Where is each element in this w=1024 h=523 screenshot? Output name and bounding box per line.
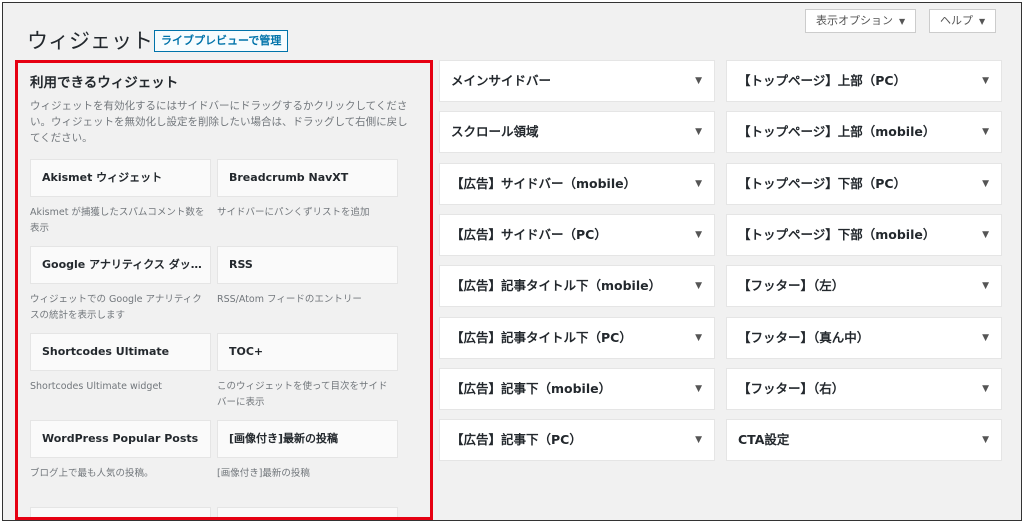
chevron-down-icon[interactable]: ▼ bbox=[695, 318, 702, 358]
help-button[interactable]: ヘルプ ▼ bbox=[929, 9, 997, 33]
sidebar-area[interactable]: 【トップページ】下部（mobile） ▼ bbox=[726, 213, 1002, 256]
chevron-down-icon[interactable]: ▼ bbox=[695, 266, 702, 306]
widget-item[interactable]: カスタムメニュー bbox=[217, 507, 398, 517]
widget-description: Akismet が捕獲したスパムコメント数を表示 bbox=[30, 207, 205, 234]
chevron-down-icon[interactable]: ▼ bbox=[695, 164, 702, 204]
sidebar-area[interactable]: 【広告】記事タイトル下（mobile） ▼ bbox=[439, 265, 715, 308]
widget-item[interactable]: Breadcrumb NavXT bbox=[217, 159, 398, 197]
chevron-down-icon[interactable]: ▼ bbox=[695, 369, 702, 409]
sidebar-area[interactable]: 【フッター】（左） ▼ bbox=[726, 265, 1002, 308]
sidebar-area[interactable]: スクロール領域 ▼ bbox=[439, 111, 715, 154]
sidebar-area[interactable]: 【広告】記事下（PC） ▼ bbox=[439, 419, 715, 462]
sidebar-area-label: 【広告】サイドバー（PC） bbox=[451, 226, 607, 242]
sidebar-area-label: 【広告】サイドバー（mobile） bbox=[451, 175, 637, 191]
screen-options-label: 表示オプション bbox=[816, 14, 893, 27]
sidebar-area[interactable]: 【フッター】（真ん中） ▼ bbox=[726, 316, 1002, 359]
chevron-down-icon[interactable]: ▼ bbox=[982, 112, 989, 152]
chevron-down-icon[interactable]: ▼ bbox=[982, 215, 989, 255]
widget-item[interactable]: TOC+ bbox=[217, 333, 398, 371]
widget-item[interactable]: Google アナリティクス ダッ… bbox=[30, 246, 211, 284]
widget-item[interactable]: WordPress Popular Posts bbox=[30, 420, 211, 458]
sidebar-area[interactable]: 【広告】サイドバー（mobile） ▼ bbox=[439, 162, 715, 205]
sidebar-area-label: 【広告】記事タイトル下（PC） bbox=[451, 329, 632, 345]
page-title: ウィジェット bbox=[27, 29, 153, 53]
widget-description: RSS/Atom フィードのエントリー bbox=[217, 294, 362, 305]
sidebar-area-label: 【トップページ】下部（mobile） bbox=[738, 226, 936, 242]
sidebar-area-label: 【広告】記事下（PC） bbox=[451, 432, 582, 448]
widget-description: Shortcodes Ultimate widget bbox=[30, 381, 163, 392]
chevron-down-icon[interactable]: ▼ bbox=[695, 61, 702, 101]
sidebar-area[interactable]: メインサイドバー ▼ bbox=[439, 60, 715, 102]
sidebar-area[interactable]: 【トップページ】下部（PC） ▼ bbox=[726, 162, 1002, 205]
help-label: ヘルプ bbox=[940, 14, 973, 27]
sidebar-area-label: 【広告】記事下（mobile） bbox=[451, 380, 612, 396]
chevron-down-icon[interactable]: ▼ bbox=[982, 420, 989, 460]
widgets-page: 表示オプション ▼ ヘルプ ▼ ウィジェット ライブプレビューで管理 利用できるウィ… bbox=[2, 2, 1022, 521]
sidebar-area[interactable]: 【トップページ】上部（PC） ▼ bbox=[726, 60, 1002, 102]
sidebar-area[interactable]: 【フッター】（右） ▼ bbox=[726, 367, 1002, 410]
sidebar-area[interactable]: 【トップページ】上部（mobile） ▼ bbox=[726, 111, 1002, 154]
widget-item[interactable]: Shortcodes Ultimate bbox=[30, 333, 211, 371]
widget-description: サイドバーにパンくずリストを追加 bbox=[217, 207, 370, 218]
chevron-down-icon[interactable]: ▼ bbox=[695, 112, 702, 152]
screen-options-button[interactable]: 表示オプション ▼ bbox=[805, 9, 917, 33]
widget-description: [画像付き]最新の投稿 bbox=[217, 468, 310, 479]
sidebar-area-label: スクロール領域 bbox=[451, 124, 539, 140]
sidebar-area-label: 【フッター】（真ん中） bbox=[738, 329, 870, 345]
chevron-down-icon[interactable]: ▼ bbox=[982, 369, 989, 409]
live-preview-button[interactable]: ライブプレビューで管理 bbox=[154, 30, 289, 52]
chevron-down-icon[interactable]: ▼ bbox=[982, 61, 989, 101]
chevron-down-icon[interactable]: ▼ bbox=[695, 215, 702, 255]
widget-description: ウィジェットでの Google アナリティクスの統計を表示します bbox=[30, 294, 202, 321]
available-widgets-description: ウィジェットを有効化するにはサイドバーにドラッグするかクリックしてください。ウィ… bbox=[30, 100, 408, 144]
sidebar-area[interactable]: 【広告】記事タイトル下（PC） ▼ bbox=[439, 316, 715, 359]
widget-item[interactable]: [画像付き]最新の投稿 bbox=[217, 420, 398, 458]
chevron-down-icon[interactable]: ▼ bbox=[982, 266, 989, 306]
sidebar-area-label: CTA設定 bbox=[738, 432, 790, 448]
sidebar-area-label: 【トップページ】上部（mobile） bbox=[738, 124, 936, 140]
widget-item[interactable]: RSS bbox=[217, 246, 398, 284]
available-widgets-panel: 利用できるウィジェット ウィジェットを有効化するにはサイドバーにドラッグするかク… bbox=[15, 60, 433, 520]
chevron-down-icon[interactable]: ▼ bbox=[982, 164, 989, 204]
sidebar-area[interactable]: 【広告】サイドバー（PC） ▼ bbox=[439, 213, 715, 256]
sidebar-area-label: 【フッター】（左） bbox=[738, 278, 845, 294]
chevron-down-icon[interactable]: ▼ bbox=[695, 420, 702, 460]
widget-item[interactable]: アーカイブ bbox=[30, 507, 211, 517]
available-widgets-title: 利用できるウィジェット bbox=[30, 75, 179, 91]
sidebar-area-label: 【広告】記事タイトル下（mobile） bbox=[451, 278, 662, 294]
chevron-down-icon: ▼ bbox=[979, 17, 986, 26]
widget-description: ブログ上で最も人気の投稿。 bbox=[30, 468, 154, 479]
sidebar-area-label: 【トップページ】上部（PC） bbox=[738, 73, 907, 88]
chevron-down-icon: ▼ bbox=[899, 17, 906, 26]
widget-description: このウィジェットを使って目次をサイドバーに表示 bbox=[217, 381, 388, 408]
sidebar-area-label: メインサイドバー bbox=[451, 73, 552, 88]
widget-item[interactable]: Akismet ウィジェット bbox=[30, 159, 211, 197]
sidebar-area[interactable]: 【広告】記事下（mobile） ▼ bbox=[439, 367, 715, 410]
sidebar-area[interactable]: CTA設定 ▼ bbox=[726, 419, 1002, 462]
chevron-down-icon[interactable]: ▼ bbox=[982, 318, 989, 358]
sidebar-area-label: 【トップページ】下部（PC） bbox=[738, 175, 907, 191]
sidebar-area-label: 【フッター】（右） bbox=[738, 380, 845, 396]
